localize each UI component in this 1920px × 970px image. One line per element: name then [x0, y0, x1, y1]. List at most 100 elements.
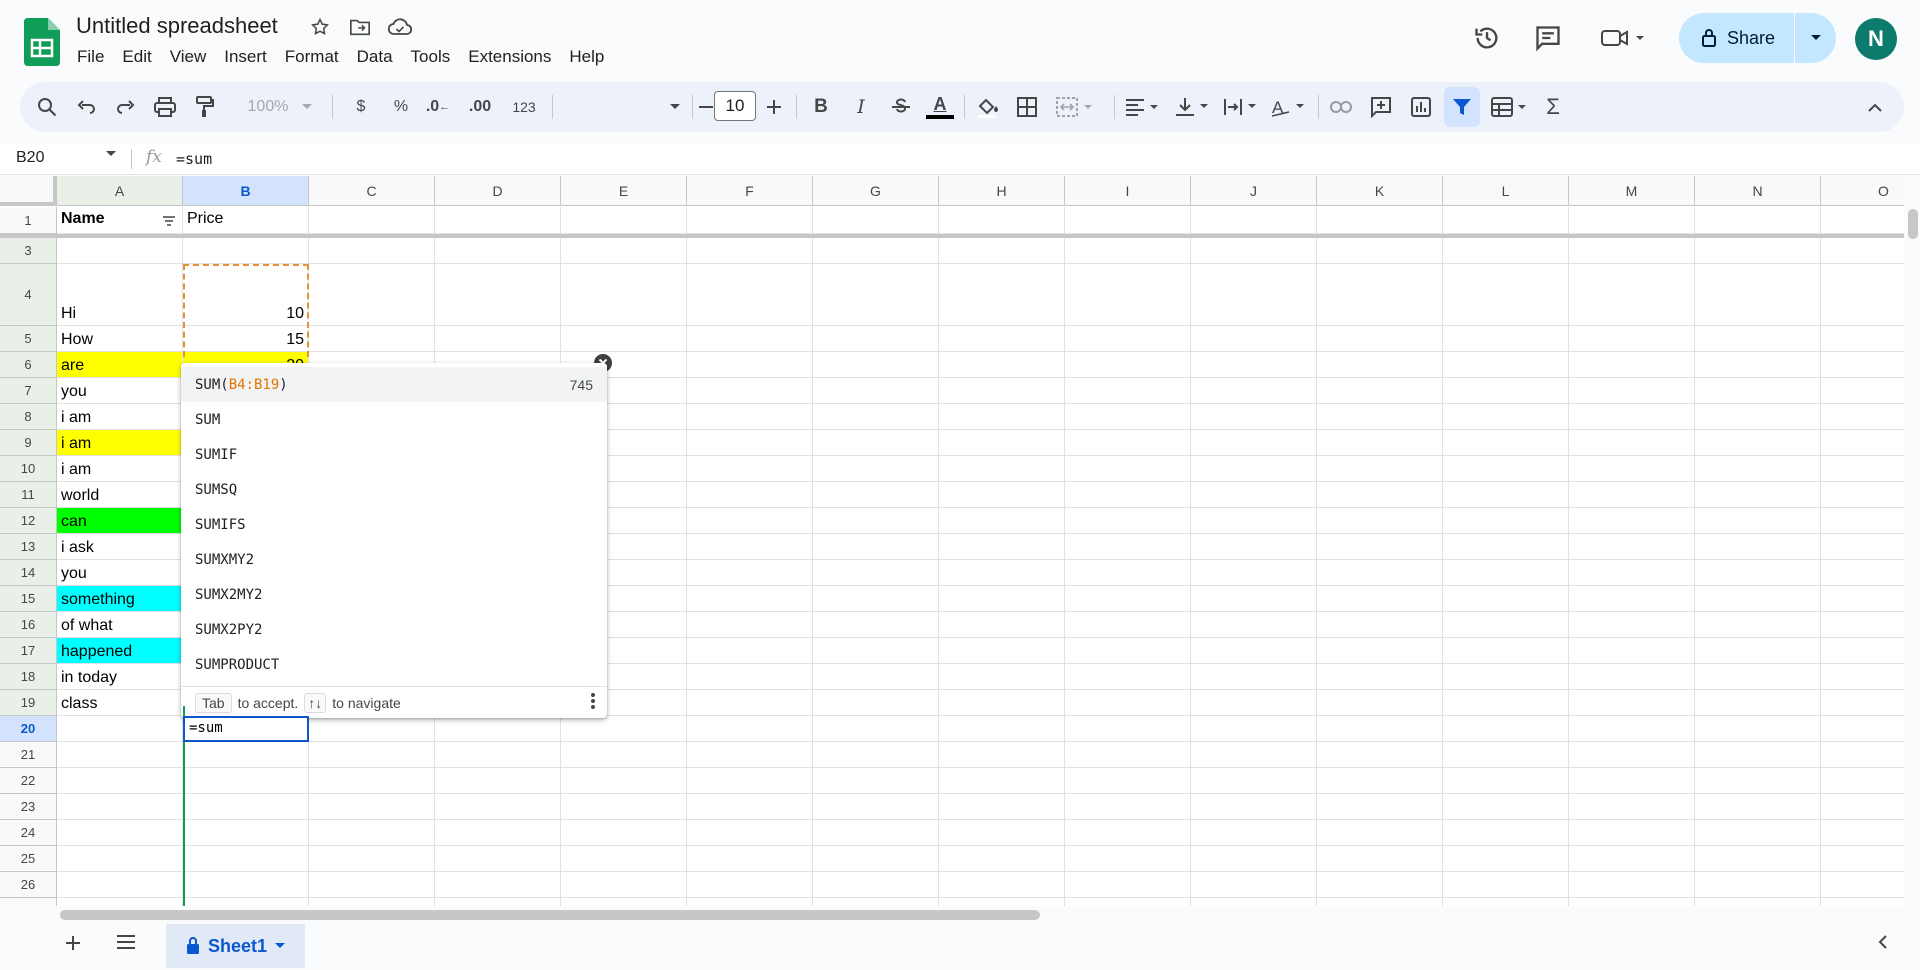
cell-l7[interactable] — [1443, 378, 1569, 404]
row-header-14[interactable]: 14 — [0, 560, 57, 586]
cell-d25[interactable] — [435, 846, 561, 872]
row-header-13[interactable]: 13 — [0, 534, 57, 560]
cell-m18[interactable] — [1569, 664, 1695, 690]
row-header-19[interactable]: 19 — [0, 690, 57, 716]
cell-a4[interactable]: Hi — [57, 264, 183, 326]
cell-d3[interactable] — [435, 238, 561, 264]
insert-comment-icon[interactable] — [1366, 82, 1396, 132]
cell-h12[interactable] — [939, 508, 1065, 534]
bold-button[interactable]: B — [806, 82, 836, 132]
cell-n21[interactable] — [1695, 742, 1821, 768]
row-header-12[interactable]: 12 — [0, 508, 57, 534]
row-header-26[interactable]: 26 — [0, 872, 57, 898]
cell-n11[interactable] — [1695, 482, 1821, 508]
cell-o20[interactable] — [1821, 716, 1904, 742]
cell-a8[interactable]: i am — [57, 404, 183, 430]
more-options-icon[interactable] — [591, 693, 595, 712]
cell-i18[interactable] — [1065, 664, 1191, 690]
increase-decimal-button[interactable]: .00 — [460, 82, 500, 132]
cell-o12[interactable] — [1821, 508, 1904, 534]
cell-i14[interactable] — [1065, 560, 1191, 586]
cell-f21[interactable] — [687, 742, 813, 768]
cell-g24[interactable] — [813, 820, 939, 846]
cell-h20[interactable] — [939, 716, 1065, 742]
cell-k17[interactable] — [1317, 638, 1443, 664]
column-header-b[interactable]: B — [183, 176, 309, 206]
all-sheets-icon[interactable] — [116, 934, 136, 955]
cell-l23[interactable] — [1443, 794, 1569, 820]
functions-button[interactable]: Σ — [1538, 82, 1568, 132]
column-header-j[interactable]: J — [1191, 176, 1317, 206]
cell-h25[interactable] — [939, 846, 1065, 872]
cell-j7[interactable] — [1191, 378, 1317, 404]
cell-n17[interactable] — [1695, 638, 1821, 664]
cell-g14[interactable] — [813, 560, 939, 586]
cell-n26[interactable] — [1695, 872, 1821, 898]
cell-i20[interactable] — [1065, 716, 1191, 742]
cell-g21[interactable] — [813, 742, 939, 768]
account-avatar[interactable]: N — [1855, 18, 1897, 60]
cell-j26[interactable] — [1191, 872, 1317, 898]
cell-k14[interactable] — [1317, 560, 1443, 586]
cell-n9[interactable] — [1695, 430, 1821, 456]
cell-h9[interactable] — [939, 430, 1065, 456]
cell-g10[interactable] — [813, 456, 939, 482]
column-header-k[interactable]: K — [1317, 176, 1443, 206]
cell-b4[interactable]: 10 — [183, 264, 309, 326]
cell-m9[interactable] — [1569, 430, 1695, 456]
cell-m10[interactable] — [1569, 456, 1695, 482]
cell-k10[interactable] — [1317, 456, 1443, 482]
cell-a7[interactable]: you — [57, 378, 183, 404]
paint-format-icon[interactable] — [190, 82, 220, 132]
cell-g16[interactable] — [813, 612, 939, 638]
cell-l13[interactable] — [1443, 534, 1569, 560]
cell-o3[interactable] — [1821, 238, 1904, 264]
cell-i7[interactable] — [1065, 378, 1191, 404]
cell-d23[interactable] — [435, 794, 561, 820]
cell-d5[interactable] — [435, 326, 561, 352]
cell-i21[interactable] — [1065, 742, 1191, 768]
column-header-a[interactable]: A — [57, 176, 183, 206]
cell-j27[interactable] — [1191, 898, 1317, 906]
cell-f15[interactable] — [687, 586, 813, 612]
cell-i19[interactable] — [1065, 690, 1191, 716]
text-color-button[interactable]: A — [922, 82, 958, 132]
format-percent-button[interactable]: % — [386, 82, 416, 132]
cell-l19[interactable] — [1443, 690, 1569, 716]
cell-g20[interactable] — [813, 716, 939, 742]
cell-a13[interactable]: i ask — [57, 534, 183, 560]
menu-format[interactable]: Format — [276, 47, 348, 67]
cell-k16[interactable] — [1317, 612, 1443, 638]
share-dropdown-button[interactable] — [1795, 13, 1836, 63]
cell-l15[interactable] — [1443, 586, 1569, 612]
cell-h14[interactable] — [939, 560, 1065, 586]
cloud-saved-icon[interactable] — [388, 15, 412, 39]
format-currency-button[interactable]: $ — [346, 82, 376, 132]
autocomplete-suggestion-sum-range[interactable]: SUM(B4:B19) 745 — [181, 367, 607, 402]
decrease-decimal-button[interactable]: .0 ← — [420, 82, 456, 132]
cell-n8[interactable] — [1695, 404, 1821, 430]
cell-b5[interactable]: 15 — [183, 326, 309, 352]
cell-e26[interactable] — [561, 872, 687, 898]
cell-l4[interactable] — [1443, 264, 1569, 326]
row-header-24[interactable]: 24 — [0, 820, 57, 846]
column-header-c[interactable]: C — [309, 176, 435, 206]
cell-f9[interactable] — [687, 430, 813, 456]
column-header-f[interactable]: F — [687, 176, 813, 206]
cell-o14[interactable] — [1821, 560, 1904, 586]
cell-i6[interactable] — [1065, 352, 1191, 378]
cell-n19[interactable] — [1695, 690, 1821, 716]
cell-j20[interactable] — [1191, 716, 1317, 742]
cell-k11[interactable] — [1317, 482, 1443, 508]
cell-l25[interactable] — [1443, 846, 1569, 872]
cell-m1[interactable] — [1569, 207, 1695, 234]
star-icon[interactable] — [308, 15, 332, 39]
cell-m15[interactable] — [1569, 586, 1695, 612]
cell-b21[interactable] — [183, 742, 309, 768]
row-header-7[interactable]: 7 — [0, 378, 57, 404]
cell-k25[interactable] — [1317, 846, 1443, 872]
cell-h23[interactable] — [939, 794, 1065, 820]
cell-n7[interactable] — [1695, 378, 1821, 404]
cell-c20[interactable] — [309, 716, 435, 742]
increase-font-size-icon[interactable] — [760, 82, 788, 132]
